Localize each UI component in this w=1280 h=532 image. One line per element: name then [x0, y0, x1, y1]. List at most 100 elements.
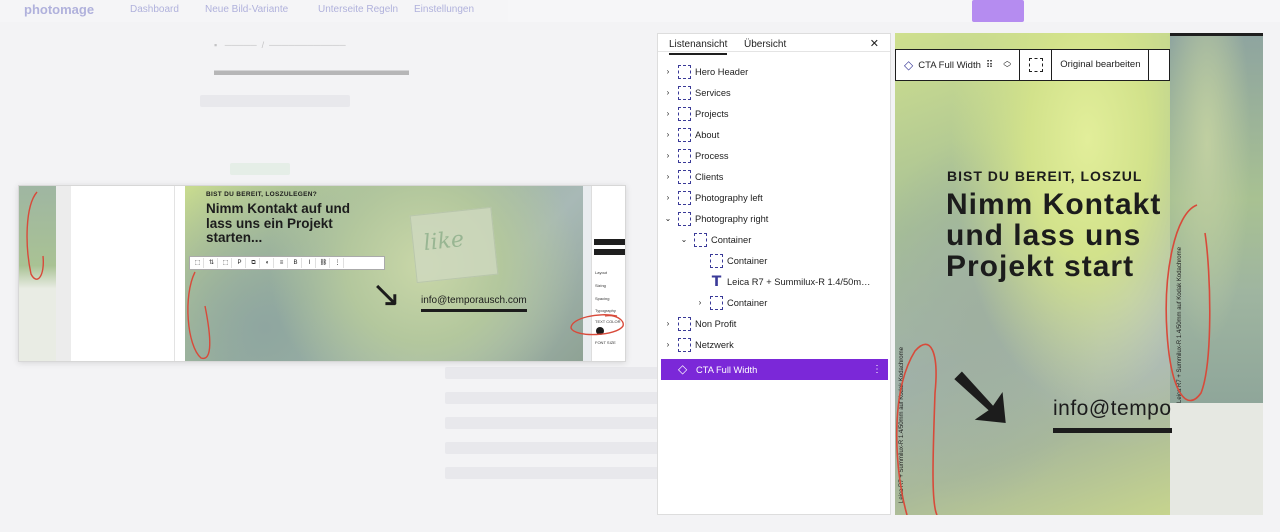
container-icon: [678, 64, 691, 79]
container-icon: [710, 295, 723, 310]
arrow-down-right-icon: ↘: [371, 273, 402, 314]
chevron-down-icon[interactable]: ﹀: [1003, 65, 1011, 73]
list-item-label: Process: [695, 150, 729, 161]
bg-nav-item: Einstellungen: [414, 4, 475, 15]
list-item-label: Services: [695, 87, 731, 98]
bg-nav-item: Neue Bild-Variante: [205, 4, 289, 15]
preview-top-border: [1170, 33, 1263, 36]
settings-label: Layout: [595, 270, 608, 275]
list-item-label: About: [695, 129, 720, 140]
settings-label: FONT SIZE: [595, 340, 616, 345]
brand-logo: photomage: [24, 2, 95, 17]
container-icon: [694, 232, 707, 247]
list-item[interactable]: ⌄ Container: [658, 229, 890, 250]
list-item-label: Container: [727, 297, 768, 308]
thumbnail-eyebrow: BIST DU BEREIT, LOSZULEGEN?: [206, 191, 318, 198]
settings-label: Spacing: [595, 296, 610, 301]
list-item[interactable]: T Leica R7 + Summilux-R 1.4/50m…: [658, 271, 890, 292]
select-parent-button[interactable]: [1020, 50, 1053, 80]
list-item-label: Projects: [695, 108, 729, 119]
thumbnail-gutter: [56, 186, 71, 361]
list-item-label: Leica R7 + Summilux-R 1.4/50m…: [727, 276, 871, 287]
cta-email-link[interactable]: info@tempo: [1053, 397, 1172, 433]
container-icon: [678, 316, 691, 331]
editor-preview: ◇ CTA Full Width ⠿ ︿ ﹀ Original bearbeite…: [895, 33, 1263, 515]
thumbnail-cta-image: like BIST DU BEREIT, LOSZULEGEN? Nimm Ko…: [185, 186, 583, 361]
cta-heading-line: und lass uns: [946, 219, 1142, 252]
chevron-right-icon[interactable]: ›: [664, 193, 672, 202]
chevron-right-icon[interactable]: ›: [664, 340, 672, 349]
bg-row: [230, 163, 290, 175]
list-item[interactable]: › Non Profit: [658, 313, 890, 334]
list-item-label: Photography right: [695, 213, 769, 224]
block-name: CTA Full Width: [918, 59, 981, 71]
settings-dark-bar: [594, 239, 625, 245]
bg-breadcrumb: ▪ ───── / ────────────: [214, 40, 346, 50]
panel-tabs: Listenansicht Übersicht ✕: [658, 34, 890, 55]
chevron-right-icon[interactable]: ›: [696, 298, 704, 307]
toolbar-icon: ≡: [276, 258, 288, 268]
thumbnail-block-toolbar: ⬚ ⇅ ⬚ P ⧉ ◐ ≡ B I ⛓ ⋮: [189, 256, 385, 270]
chevron-right-icon[interactable]: ›: [664, 130, 672, 139]
list-item[interactable]: › Photography left: [658, 187, 890, 208]
list-item[interactable]: › Clients: [658, 166, 890, 187]
list-item[interactable]: › Hero Header: [658, 61, 890, 82]
thumbnail-image-strip: [19, 186, 56, 361]
move-buttons[interactable]: ︿ ﹀: [1003, 57, 1011, 73]
container-icon: [678, 127, 691, 142]
select-icon: [1028, 58, 1043, 72]
chevron-right-icon[interactable]: ›: [664, 67, 672, 76]
drag-handle-icon[interactable]: ⠿: [986, 60, 993, 71]
arrow-down-right-icon: ➘: [943, 343, 1021, 450]
thumbnail-canvas-blank: [71, 186, 175, 361]
list-item-selected[interactable]: ◇ CTA Full Width ⋮: [661, 359, 888, 380]
toolbar-icon: ⧉: [248, 258, 260, 268]
list-item[interactable]: › Process: [658, 145, 890, 166]
toolbar-icon: ⬚: [192, 258, 204, 268]
chevron-right-icon[interactable]: ›: [664, 88, 672, 97]
toolbar-icon: ⬚: [220, 258, 232, 268]
settings-dark-bar: [594, 249, 625, 255]
list-item[interactable]: Container: [658, 250, 890, 271]
chevron-right-icon[interactable]: ›: [664, 319, 672, 328]
tab-listenansicht[interactable]: Listenansicht: [669, 39, 728, 55]
photo-caption: Leica R7 + Summilux-R 1.4/50mm auf Kodak…: [899, 347, 905, 503]
block-switcher[interactable]: ◇ CTA Full Width ⠿ ︿ ﹀: [896, 50, 1021, 80]
toolbar-icon: ⇅: [206, 258, 218, 268]
list-item[interactable]: › Projects: [658, 103, 890, 124]
container-icon: [678, 337, 691, 352]
block-toolbar: ◇ CTA Full Width ⠿ ︿ ﹀ Original bearbeite…: [895, 49, 1170, 81]
list-item-label: CTA Full Width: [696, 364, 758, 375]
toolbar-icon: I: [304, 258, 316, 268]
color-swatch: [596, 327, 604, 335]
bg-nav-item: Unterseite Regeln: [318, 4, 399, 15]
cta-heading: Nimm Kontakt und lass uns Projekt start: [946, 189, 1161, 282]
side-photo: [1170, 33, 1263, 403]
list-item[interactable]: › Netzwerk: [658, 334, 890, 355]
container-icon: [678, 106, 691, 121]
bg-page-title: ▬▬▬▬▬▬▬▬▬▬▬▬▬: [214, 62, 409, 79]
bg-row: [445, 442, 665, 454]
tab-uebersicht[interactable]: Übersicht: [744, 39, 786, 50]
chevron-right-icon[interactable]: ›: [664, 151, 672, 160]
list-item[interactable]: › Services: [658, 82, 890, 103]
list-item[interactable]: › About: [658, 124, 890, 145]
chevron-down-icon[interactable]: ⌄: [680, 235, 688, 244]
list-view-panel: Listenansicht Übersicht ✕ › Hero Header …: [657, 33, 891, 515]
more-options-icon[interactable]: ⋮: [872, 364, 882, 375]
bg-row: [445, 367, 665, 379]
chevron-right-icon[interactable]: ›: [664, 172, 672, 181]
cta-heading-line: Nimm Kontakt: [946, 188, 1162, 221]
settings-label: Sizing: [595, 283, 606, 288]
editor-thumbnail: like BIST DU BEREIT, LOSZULEGEN? Nimm Ko…: [18, 185, 626, 362]
list-item[interactable]: ⌄ Photography right: [658, 208, 890, 229]
chevron-down-icon[interactable]: ⌄: [664, 214, 672, 223]
pattern-icon: ◇: [904, 58, 914, 72]
edit-original-button[interactable]: Original bearbeiten: [1052, 50, 1150, 80]
close-icon[interactable]: ✕: [870, 37, 879, 50]
container-icon: [710, 253, 723, 268]
thumbnail-heading: Nimm Kontakt auf und lass uns ein Projek…: [206, 201, 350, 245]
list-item[interactable]: › Container: [658, 292, 890, 313]
bg-row: [200, 95, 350, 107]
chevron-right-icon[interactable]: ›: [664, 109, 672, 118]
